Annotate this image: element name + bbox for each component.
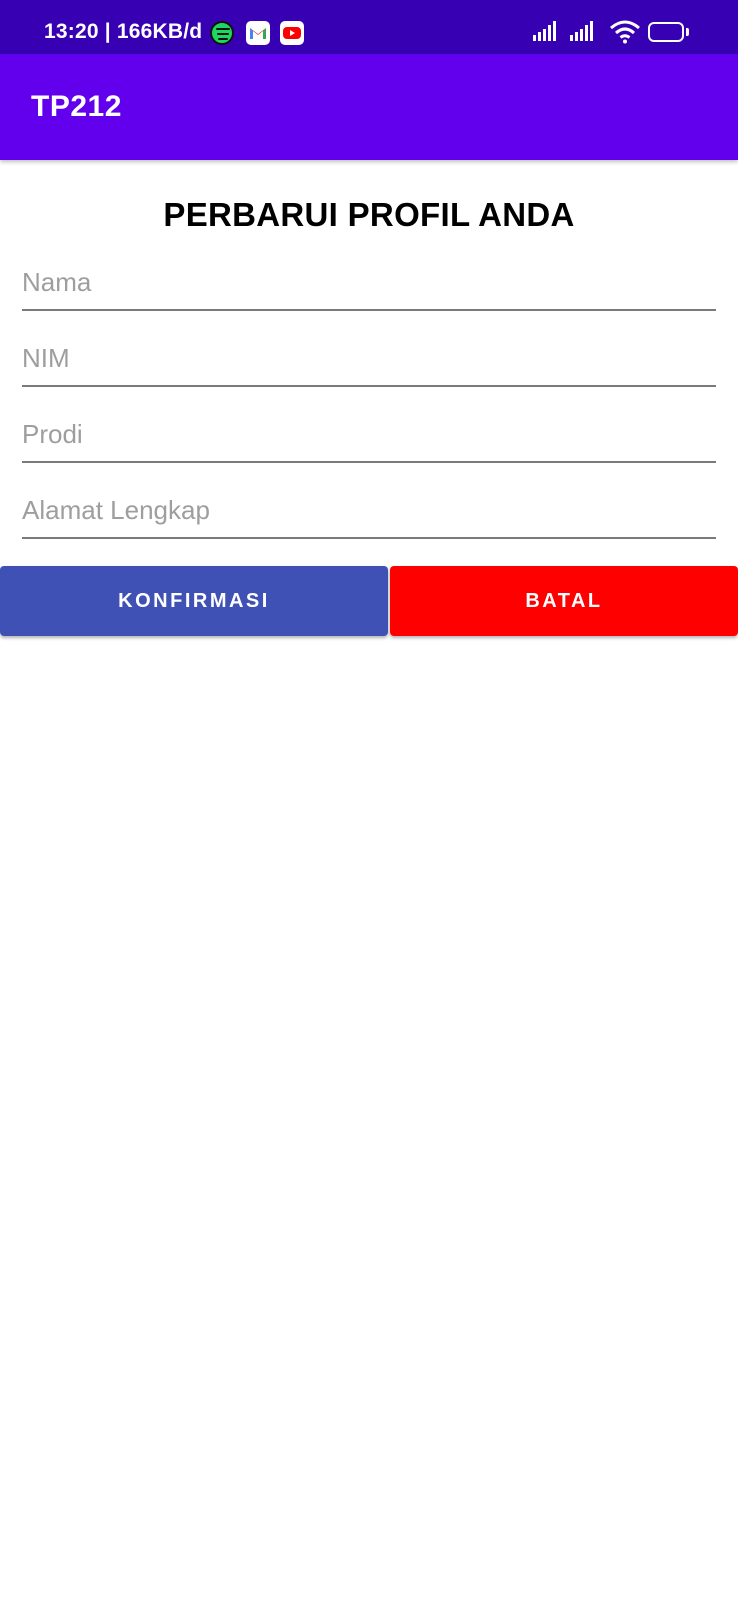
cancel-button[interactable]: BATAL — [390, 566, 738, 636]
signal-icon — [533, 19, 561, 48]
signal-icon — [570, 19, 598, 48]
page-title: PERBARUI PROFIL ANDA — [163, 196, 575, 233]
youtube-icon — [280, 21, 304, 45]
app-bar: TP212 — [0, 54, 738, 160]
prodi-field[interactable] — [22, 413, 716, 463]
spotify-icon — [210, 21, 234, 45]
status-time-speed: 13:20 | 166KB/d — [44, 20, 203, 43]
nim-input[interactable] — [22, 343, 716, 374]
alamat-field[interactable] — [22, 489, 716, 539]
confirm-button[interactable]: KONFIRMASI — [0, 566, 388, 636]
app-title: TP212 — [31, 90, 122, 123]
status-bar: 13:20 | 166KB/d 74 — [0, 0, 738, 54]
nama-input[interactable] — [22, 267, 716, 298]
battery-tip — [686, 28, 689, 36]
nim-field[interactable] — [22, 337, 716, 387]
battery-icon: 74 — [648, 22, 684, 42]
wifi-icon — [609, 19, 641, 50]
gmail-icon — [246, 21, 270, 45]
battery-level: 74 — [658, 24, 674, 39]
alamat-input[interactable] — [22, 495, 716, 526]
prodi-input[interactable] — [22, 419, 716, 450]
nama-field[interactable] — [22, 261, 716, 311]
